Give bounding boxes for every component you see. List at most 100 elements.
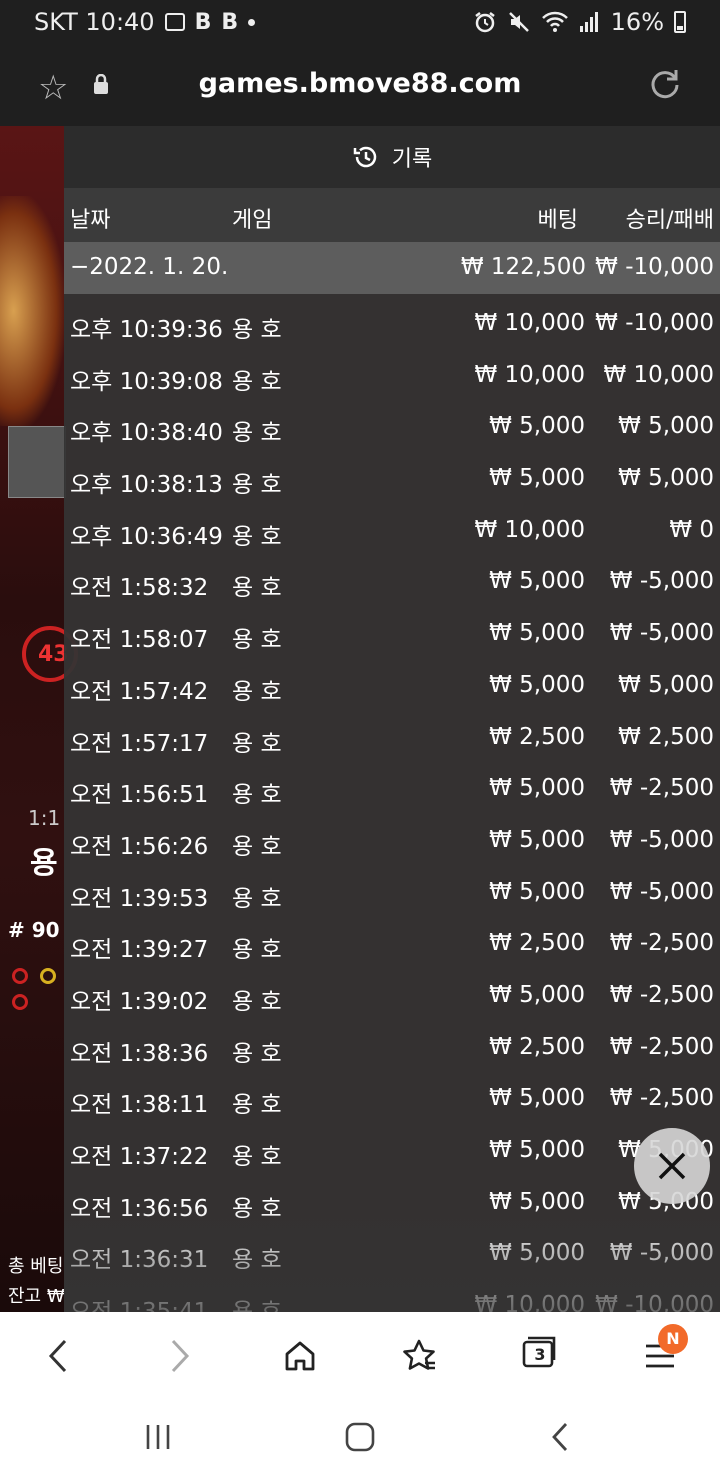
forward-arrow-icon [171, 1339, 190, 1373]
dot-icon [248, 18, 256, 26]
history-row[interactable]: 오후 10:36:49 용 호 ₩ 10,000 ₩ 0 [64, 505, 720, 557]
history-row[interactable]: 오전 1:58:07 용 호 ₩ 5,000 ₩ -5,000 [64, 608, 720, 660]
balance-label: 잔고 ₩ [8, 1286, 65, 1307]
history-row[interactable]: 오후 10:38:13 용 호 ₩ 5,000 ₩ 5,000 [64, 453, 720, 505]
card-shoe [8, 426, 66, 498]
back-nav-icon[interactable] [546, 1420, 576, 1454]
row-result: ₩ -5,000 [609, 620, 714, 647]
row-game: 용 호 [232, 678, 282, 705]
row-time: 오전 1:58:07 [70, 627, 209, 654]
row-result: ₩ -10,000 [595, 310, 714, 336]
row-bet: ₩ 5,000 [489, 568, 585, 595]
history-row[interactable]: 오후 10:39:08 용 호 ₩ 10,000 ₩ 10,000 [64, 350, 720, 402]
back-button[interactable] [36, 1334, 80, 1378]
row-time: 오전 1:38:36 [70, 1040, 209, 1067]
row-result: ₩ -2,500 [609, 1033, 714, 1060]
history-row[interactable]: 오전 1:37:22용 호₩ 5,000₩ 5,000 [64, 1125, 720, 1177]
row-result: ₩ -5,000 [609, 1240, 714, 1267]
row-game: 용 호 [232, 317, 282, 343]
row-result: ₩ -10,000 [595, 1292, 714, 1312]
wifi-icon [541, 11, 568, 32]
tabs-button[interactable]: 3 [518, 1334, 562, 1378]
row-result: ₩ 5,000 [618, 413, 714, 440]
status-left: SKT 10:40 B B [34, 8, 256, 36]
bead-red [12, 994, 28, 1010]
row-time: 오전 1:39:53 [70, 885, 209, 912]
history-row[interactable]: 오전 1:56:26 용 호 ₩ 5,000 ₩ -5,000 [64, 815, 720, 867]
history-row[interactable]: 오전 1:36:56용 호₩ 5,000₩ 5,000 [64, 1177, 720, 1229]
row-game: 용 호 [232, 420, 282, 447]
row-bet: ₩ 5,000 [489, 1188, 585, 1215]
row-bet: ₩ 5,000 [489, 620, 585, 647]
history-title: 기록 [391, 147, 433, 172]
history-row[interactable]: 오후 10:38:40 용 호 ₩ 5,000 ₩ 5,000 [64, 401, 720, 453]
close-button[interactable] [634, 1128, 710, 1204]
carrier-time: SKT 10:40 [34, 8, 155, 36]
row-bet: ₩ 5,000 [489, 775, 585, 802]
row-result: ₩ -2,500 [609, 775, 714, 802]
row-time: 오전 1:38:11 [70, 1092, 209, 1119]
row-time: 오후 10:38:40 [70, 420, 223, 447]
row-bet: ₩ 10,000 [474, 516, 585, 543]
row-result: ₩ 0 [669, 516, 714, 543]
row-bet: ₩ 2,500 [489, 1033, 585, 1060]
total-bet-label: 총 베팅 [8, 1256, 64, 1277]
history-column-header: 날짜 게임 베팅 승리/패배 [64, 188, 720, 242]
row-time: 오전 1:57:42 [70, 678, 209, 705]
row-time: 오전 1:58:32 [70, 575, 209, 602]
alarm-icon [474, 12, 495, 33]
history-row[interactable]: 오전 1:57:17 용 호 ₩ 2,500 ₩ 2,500 [64, 712, 720, 764]
reload-icon[interactable] [648, 66, 682, 100]
history-row[interactable]: 오전 1:58:32 용 호 ₩ 5,000 ₩ -5,000 [64, 556, 720, 608]
row-game: 용 호 [232, 575, 282, 602]
history-row[interactable]: 오전 1:39:27 용 호 ₩ 2,500 ₩ -2,500 [64, 918, 720, 970]
column-result: 승리/패배 [625, 208, 714, 233]
date-group-row[interactable]: −2022. 1. 20. ₩ 122,500 ₩ -10,000 [64, 242, 720, 294]
history-row[interactable]: 오전 1:35:41 용 호 ₩ 10,000 ₩ -10,000 [64, 1280, 720, 1312]
row-bet: ₩ 10,000 [474, 361, 585, 388]
row-bet: ₩ 5,000 [489, 671, 585, 698]
bookmarks-button[interactable] [398, 1334, 442, 1378]
row-result: ₩ -5,000 [609, 826, 714, 853]
row-time: 오전 1:56:51 [70, 782, 209, 809]
row-time: 오전 1:36:56 [70, 1195, 209, 1222]
history-row[interactable]: 오전 1:56:51 용 호 ₩ 5,000 ₩ -2,500 [64, 763, 720, 815]
row-result: ₩ -2,500 [609, 1085, 714, 1112]
row-game: 용 호 [232, 782, 282, 809]
url-text[interactable]: games.bmove88.com [0, 68, 720, 99]
row-bet: ₩ 5,000 [489, 1240, 585, 1267]
row-result: ₩ -2,500 [609, 981, 714, 1008]
row-bet: ₩ 5,000 [489, 826, 585, 853]
recent-apps-icon[interactable] [142, 1422, 174, 1452]
row-time: 오전 1:57:17 [70, 730, 209, 757]
row-result: ₩ -5,000 [609, 878, 714, 905]
history-clock-icon [353, 146, 376, 168]
row-time: 오전 1:37:22 [70, 1144, 209, 1170]
row-game: 용 호 [232, 523, 282, 550]
row-time: 오전 1:39:02 [70, 988, 209, 1015]
history-row[interactable]: 오전 1:39:02 용 호 ₩ 5,000 ₩ -2,500 [64, 970, 720, 1022]
history-row[interactable]: 오전 1:57:42 용 호 ₩ 5,000 ₩ 5,000 [64, 660, 720, 712]
row-game: 용 호 [232, 1292, 282, 1312]
column-game: 게임 [232, 208, 273, 233]
history-row[interactable]: 오전 1:38:11 용 호 ₩ 5,000 ₩ -2,500 [64, 1073, 720, 1125]
home-button[interactable] [278, 1334, 322, 1378]
forward-button[interactable] [158, 1334, 202, 1378]
history-row[interactable]: 오전 1:38:36 용 호 ₩ 2,500 ₩ -2,500 [64, 1022, 720, 1074]
battery-icon [674, 11, 686, 33]
signal-icon [579, 12, 598, 32]
history-row[interactable]: 오후 10:39:36 용 호 ₩ 10,000 ₩ -10,000 [64, 298, 720, 350]
row-game: 용 호 [232, 627, 282, 654]
row-game: 용 호 [232, 937, 282, 964]
history-row[interactable]: 오전 1:36:31 용 호 ₩ 5,000 ₩ -5,000 [64, 1228, 720, 1280]
bead-yellow [40, 968, 56, 984]
mute-icon [508, 12, 529, 32]
history-row[interactable]: 오전 1:39:53 용 호 ₩ 5,000 ₩ -5,000 [64, 867, 720, 919]
bead-red [12, 968, 28, 984]
browser-toolbar: 3 [0, 1312, 720, 1398]
dragon-bet-label: 용 [30, 846, 58, 881]
history-list: 오후 10:39:36 용 호 ₩ 10,000 ₩ -10,000 오후 10:39:… [64, 298, 720, 1312]
payout-ratio: 1:1 [28, 806, 61, 830]
home-nav-icon[interactable] [343, 1420, 377, 1454]
history-header: 기록 [64, 126, 720, 188]
